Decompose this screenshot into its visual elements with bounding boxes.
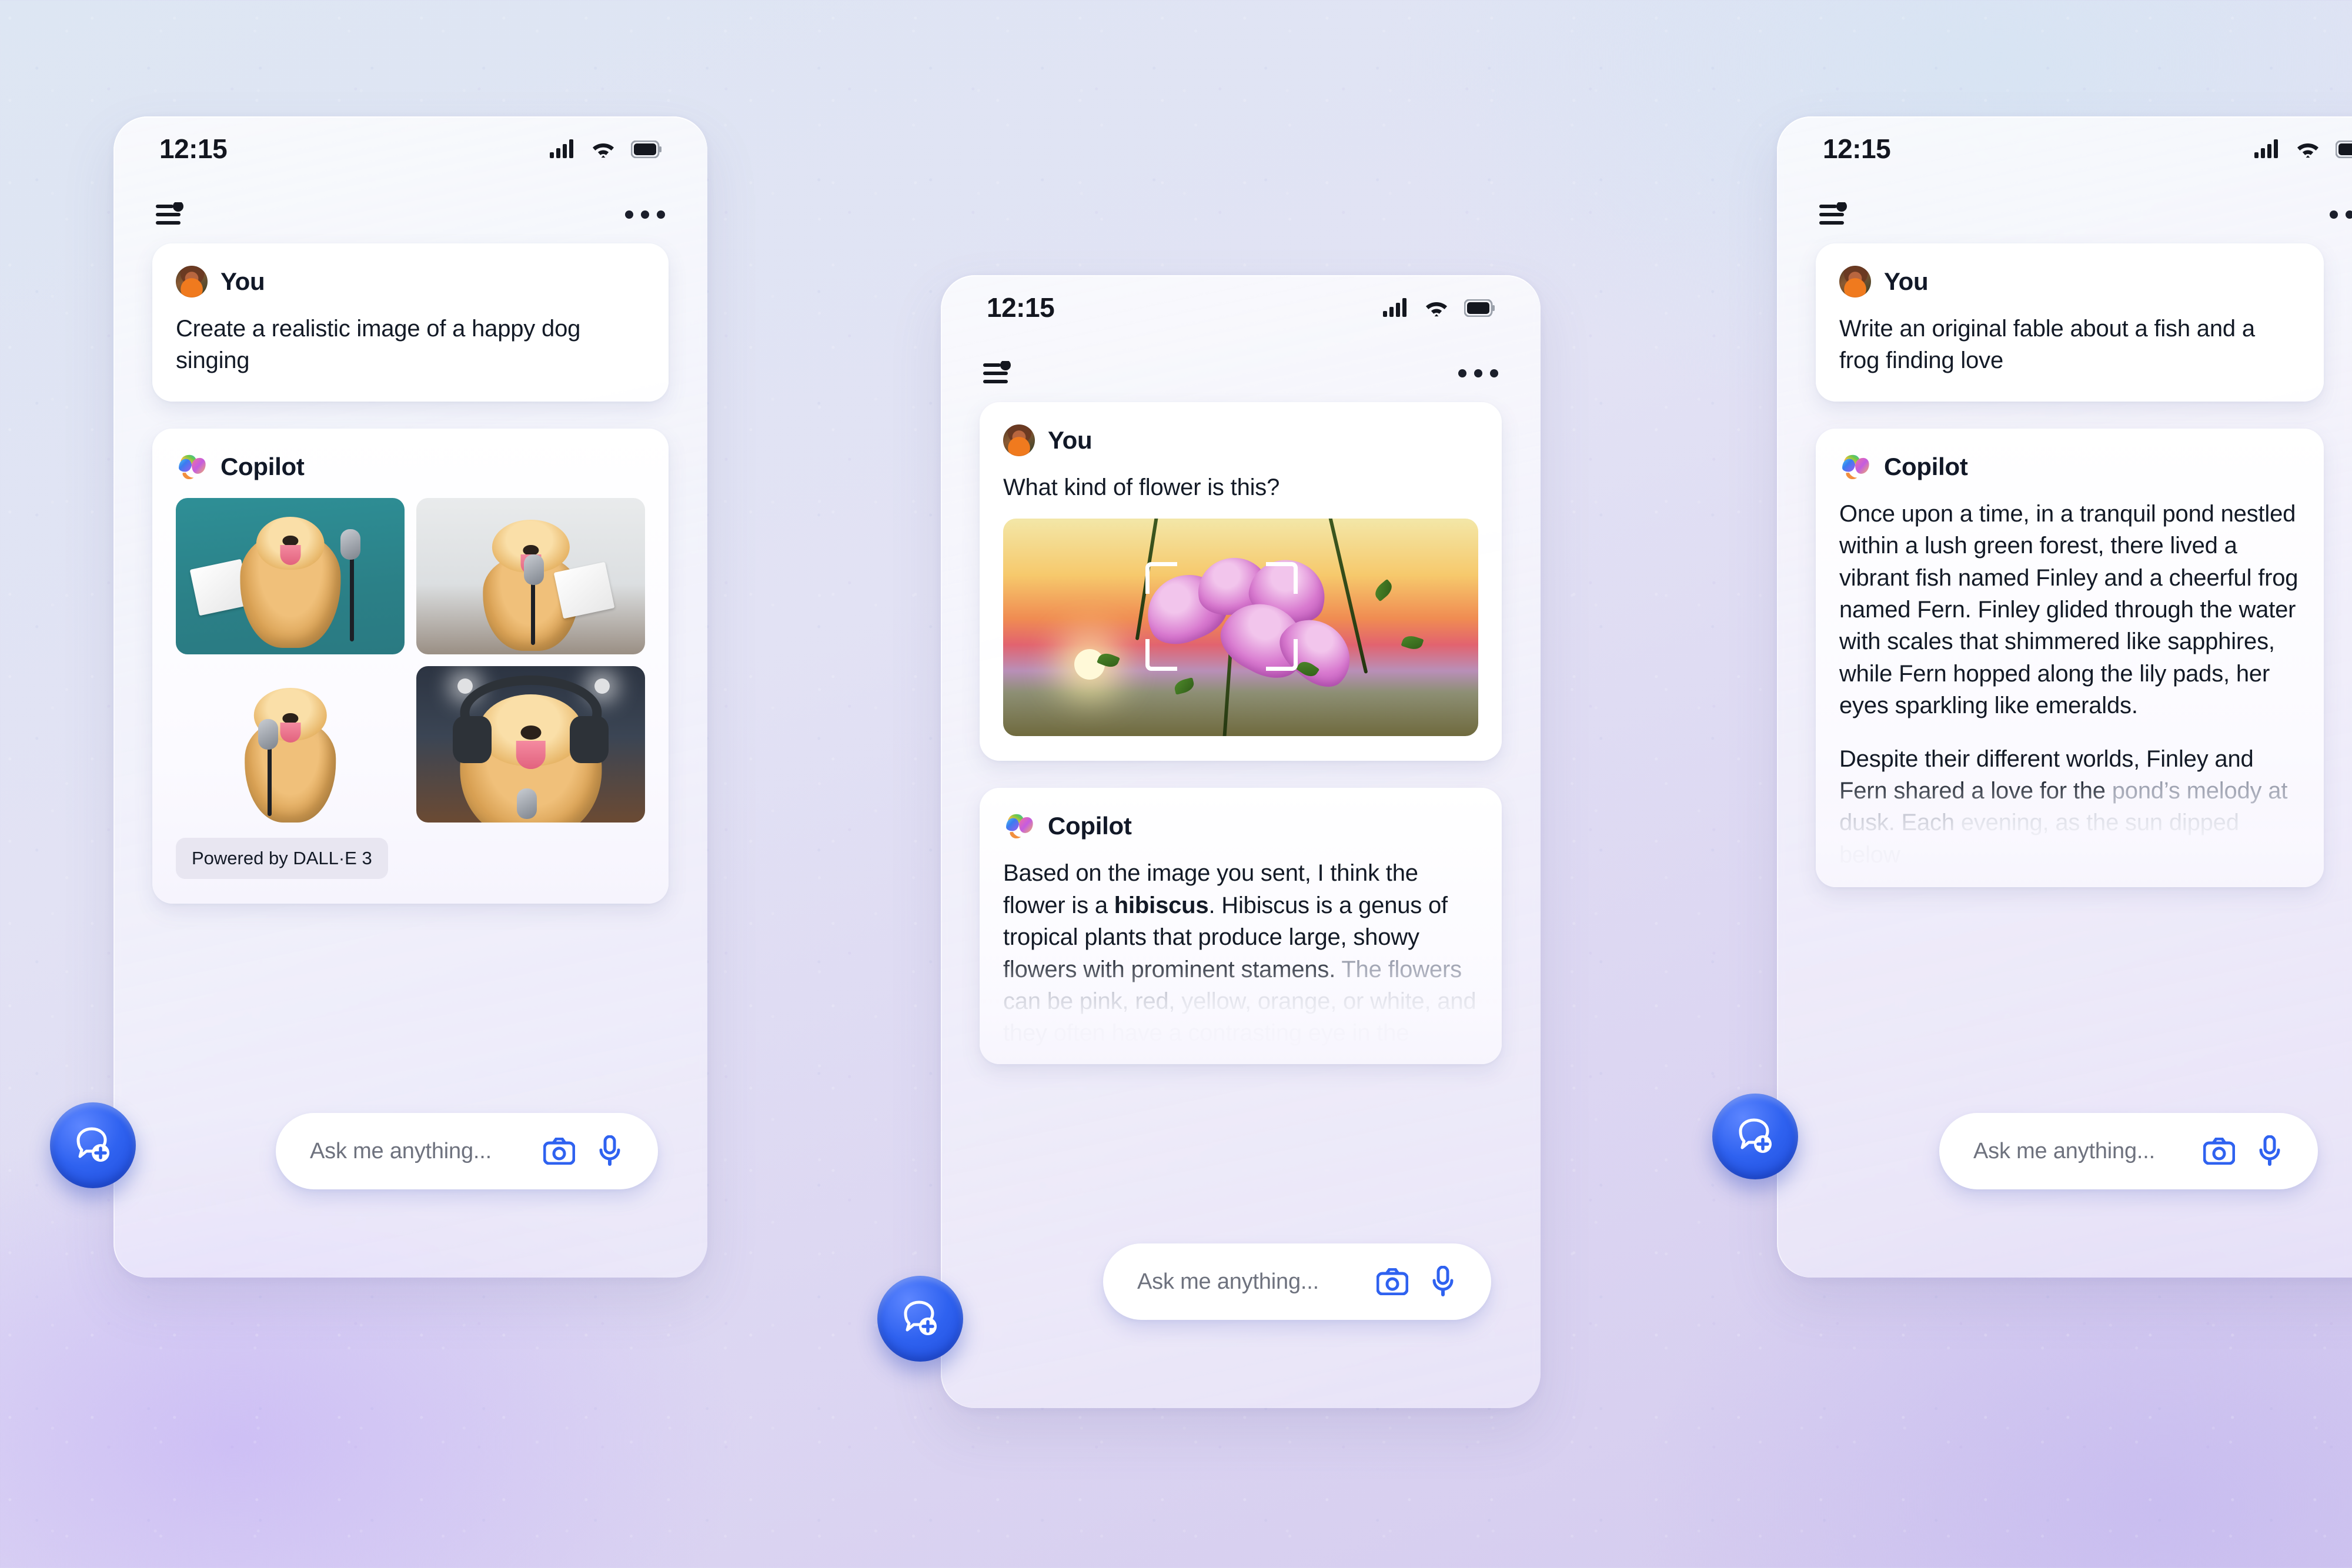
status-time: 12:15 xyxy=(159,133,228,164)
generated-image-grid xyxy=(176,497,645,823)
filter-lines-icon[interactable] xyxy=(156,202,186,227)
new-chat-bubble-plus-icon xyxy=(904,1300,937,1335)
message-text: Write an original fable about a fish and… xyxy=(1839,316,2255,374)
assistant-message-card: Copilot Based on the image you sent, I t… xyxy=(980,788,1502,1065)
cellular-signal-icon xyxy=(2254,139,2278,158)
camera-icon[interactable] xyxy=(542,1134,577,1169)
microphone-icon[interactable] xyxy=(1425,1264,1461,1299)
avatar xyxy=(1003,424,1035,456)
sender-name: Copilot xyxy=(1884,452,1968,480)
more-options-icon[interactable] xyxy=(625,210,665,219)
avatar xyxy=(1839,266,1871,297)
sender-name: Copilot xyxy=(220,452,305,480)
sender-name: You xyxy=(1048,426,1093,454)
sender-name: Copilot xyxy=(1048,812,1132,840)
phone-screen-left: 12:15 You Create a realistic image of a … xyxy=(113,116,707,1278)
new-chat-fab[interactable] xyxy=(50,1102,136,1188)
composer-area: Ask me anything... xyxy=(1777,1101,2352,1278)
composer-bar[interactable]: Ask me anything... xyxy=(1939,1113,2318,1189)
new-chat-bubble-plus-icon xyxy=(76,1127,109,1162)
user-message-card: You What kind of flower is this? xyxy=(980,402,1502,761)
sender-name: You xyxy=(1884,268,1929,295)
battery-icon xyxy=(631,141,662,158)
message-text: What kind of flower is this? xyxy=(1003,474,1280,500)
attached-photo[interactable] xyxy=(1003,519,1478,737)
scan-frame-overlay xyxy=(1145,562,1298,671)
copilot-logo-icon xyxy=(1006,814,1033,839)
microphone-icon[interactable] xyxy=(592,1134,627,1169)
status-bar: 12:15 xyxy=(941,275,1541,340)
microphone-icon[interactable] xyxy=(2252,1134,2287,1169)
status-icons xyxy=(550,139,662,158)
more-options-icon[interactable] xyxy=(2330,210,2352,219)
cellular-signal-icon xyxy=(1383,298,1406,317)
composer-bar[interactable]: Ask me anything... xyxy=(276,1113,658,1189)
camera-icon[interactable] xyxy=(1375,1264,1410,1299)
message-paragraph: Despite their different worlds, Finley a… xyxy=(1839,743,2300,871)
powered-by-badge: Powered by DALL·E 3 xyxy=(176,837,388,879)
composer-bar[interactable]: Ask me anything... xyxy=(1103,1243,1491,1320)
status-icons xyxy=(2254,139,2352,158)
message-header: Copilot xyxy=(1003,810,1478,842)
status-time: 12:15 xyxy=(987,292,1055,323)
phone-screen-right: 12:15 You Write an original fable about … xyxy=(1777,116,2352,1278)
ask-input[interactable]: Ask me anything... xyxy=(1973,1139,2186,1164)
new-chat-bubble-plus-icon xyxy=(1739,1118,1772,1153)
message-text: Based on the image you sent, I think the… xyxy=(1003,857,1478,1049)
app-bar xyxy=(1777,186,2352,243)
status-time: 12:15 xyxy=(1823,133,1891,164)
status-bar: 12:15 xyxy=(1777,116,2352,181)
user-message-card: You Write an original fable about a fish… xyxy=(1816,243,2324,402)
ask-input[interactable]: Ask me anything... xyxy=(1137,1269,1359,1295)
camera-icon[interactable] xyxy=(2201,1134,2237,1169)
filter-lines-icon[interactable] xyxy=(983,361,1014,386)
message-text: Create a realistic image of a happy dog … xyxy=(176,316,581,374)
status-bar: 12:15 xyxy=(113,116,707,181)
generated-image[interactable] xyxy=(176,497,405,654)
message-header: Copilot xyxy=(1839,451,2300,483)
new-chat-fab[interactable] xyxy=(1712,1094,1798,1179)
generated-image[interactable] xyxy=(416,666,645,823)
cellular-signal-icon xyxy=(550,139,573,158)
user-message-card: You Create a realistic image of a happy … xyxy=(152,243,669,402)
message-header: You xyxy=(1839,266,2300,297)
assistant-image-card: Copilot Powered by DALL·E 3 xyxy=(152,428,669,904)
wifi-icon xyxy=(1426,302,1447,317)
wifi-icon xyxy=(2297,143,2318,158)
message-header: You xyxy=(1003,424,1478,456)
wifi-icon xyxy=(593,143,614,158)
ask-input[interactable]: Ask me anything... xyxy=(310,1139,526,1164)
avatar xyxy=(176,266,208,297)
app-bar xyxy=(941,345,1541,402)
battery-icon xyxy=(1464,299,1495,317)
text-segment-fade: often have a contrasting eye in the xyxy=(1053,1020,1409,1047)
new-chat-fab[interactable] xyxy=(877,1276,963,1362)
copilot-logo-icon xyxy=(179,454,206,479)
composer-area: Ask me anything... xyxy=(941,1232,1541,1408)
message-header: Copilot xyxy=(176,451,645,483)
generated-image[interactable] xyxy=(176,666,405,823)
filter-lines-icon[interactable] xyxy=(1819,202,1850,227)
generated-image[interactable] xyxy=(416,497,645,654)
battery-icon xyxy=(2336,141,2352,158)
more-options-icon[interactable] xyxy=(1458,369,1498,377)
copilot-logo-icon xyxy=(1842,454,1869,479)
phone-screen-center: 12:15 You What kind of flower is this? C… xyxy=(941,275,1541,1408)
status-icons xyxy=(1383,298,1495,317)
sender-name: You xyxy=(220,268,265,295)
assistant-message-card: Copilot Once upon a time, in a tranquil … xyxy=(1816,428,2324,887)
text-segment-bold: hibiscus xyxy=(1114,892,1209,918)
message-paragraph: Once upon a time, in a tranquil pond nes… xyxy=(1839,500,2298,719)
composer-area: Ask me anything... xyxy=(113,1101,707,1278)
app-bar xyxy=(113,186,707,243)
message-header: You xyxy=(176,266,645,297)
